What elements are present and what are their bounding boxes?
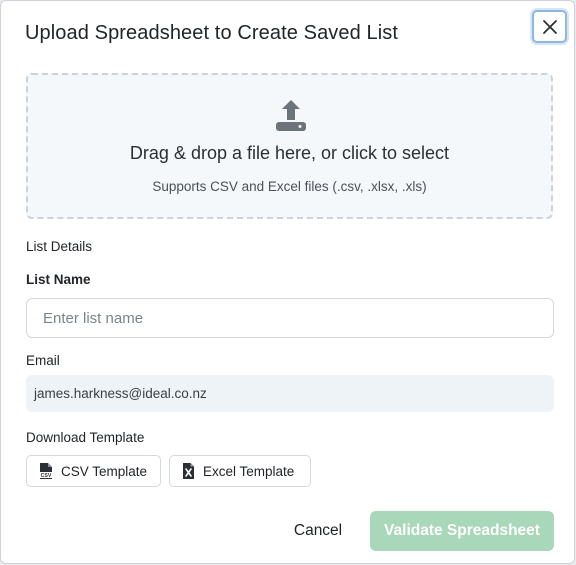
csv-template-button[interactable]: CSV CSV Template: [26, 455, 161, 487]
email-field: james.harkness@ideal.co.nz: [26, 375, 554, 412]
svg-text:CSV: CSV: [41, 473, 52, 479]
download-template-heading: Download Template: [26, 430, 145, 445]
validate-spreadsheet-button[interactable]: Validate Spreadsheet: [370, 511, 554, 551]
dropzone-main-text: Drag & drop a file here, or click to sel…: [129, 143, 450, 163]
excel-file-icon: [183, 463, 194, 479]
email-label: Email: [26, 353, 60, 368]
csv-file-icon: CSV: [39, 463, 53, 479]
upload-icon: [276, 100, 306, 131]
excel-template-label: Excel Template: [203, 463, 295, 479]
close-icon: [542, 19, 557, 34]
dialog-title: Upload Spreadsheet to Create Saved List: [25, 22, 399, 44]
excel-template-button[interactable]: Excel Template: [169, 455, 311, 487]
cancel-button[interactable]: Cancel: [285, 513, 351, 549]
list-name-input[interactable]: [26, 298, 554, 338]
csv-template-label: CSV Template: [61, 463, 148, 479]
upload-spreadsheet-dialog: Upload Spreadsheet to Create Saved List …: [0, 0, 575, 564]
dropzone-supported-formats: Supports CSV and Excel files (.csv, .xls…: [152, 179, 427, 194]
list-details-heading: List Details: [26, 239, 93, 254]
list-name-label: List Name: [26, 272, 91, 287]
file-dropzone[interactable]: Drag & drop a file here, or click to sel…: [26, 73, 553, 219]
close-button[interactable]: [532, 10, 567, 43]
